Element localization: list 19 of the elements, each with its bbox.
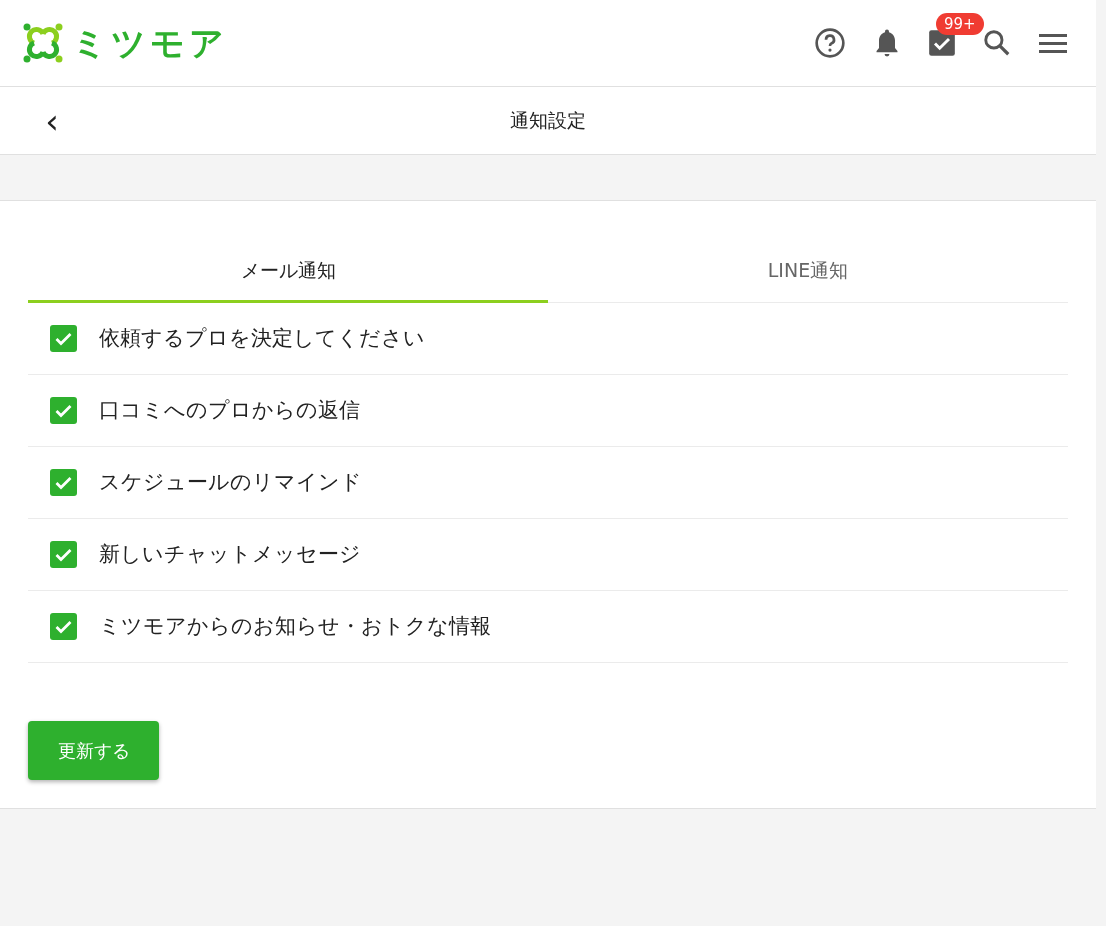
setting-label: スケジュールのリマインド — [99, 468, 362, 496]
setting-label: ミツモアからのお知らせ・おトクな情報 — [99, 612, 491, 640]
tab[interactable]: LINE通知 — [548, 241, 1068, 303]
search-icon[interactable] — [982, 28, 1012, 58]
logo-icon — [22, 22, 64, 64]
help-icon[interactable] — [814, 27, 846, 59]
tab[interactable]: メール通知 — [28, 241, 548, 303]
checkbox[interactable] — [50, 325, 77, 352]
setting-label: 口コミへのプロからの返信 — [99, 396, 360, 424]
menu-icon[interactable] — [1038, 31, 1068, 55]
back-button[interactable]: ‹ — [38, 101, 66, 141]
notification-count-badge: 99+ — [936, 13, 984, 35]
checkbox[interactable] — [50, 541, 77, 568]
checkbox[interactable] — [50, 613, 77, 640]
checkbox[interactable] — [50, 469, 77, 496]
page-title: 通知設定 — [510, 108, 586, 134]
setting-label: 依頼するプロを決定してください — [99, 324, 425, 352]
checkbox[interactable] — [50, 397, 77, 424]
setting-label: 新しいチャットメッセージ — [99, 540, 361, 568]
